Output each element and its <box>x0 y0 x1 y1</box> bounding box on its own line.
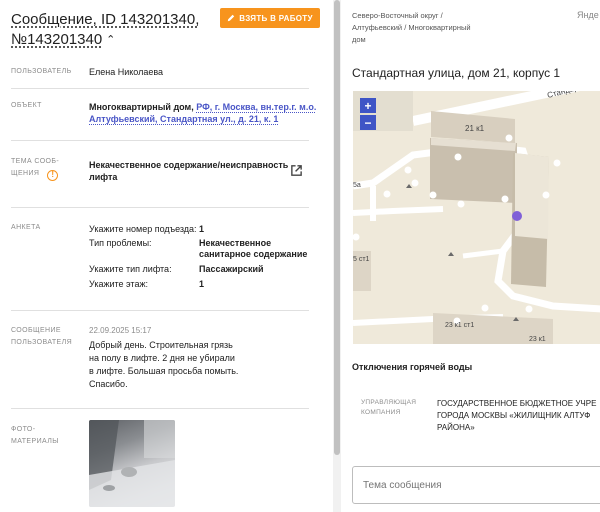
divider <box>11 310 309 311</box>
management-company-value: ГОСУДАРСТВЕННОЕ БЮДЖЕТНОЕ УЧРЕ ГОРОДА МО… <box>437 398 600 434</box>
mc-value-line-1: ГОСУДАРСТВЕННОЕ БЮДЖЕТНОЕ УЧРЕ <box>437 399 597 408</box>
chevron-up-icon[interactable]: ⌃ <box>106 34 115 46</box>
user-value: Елена Николаева <box>89 67 164 77</box>
survey-question: Тип проблемы: <box>89 238 152 248</box>
building-label: 5 ст1 <box>353 256 370 263</box>
object-label: ОБЪЕКТ <box>11 102 42 109</box>
message-text: Добрый день. Строительная грязь на полу … <box>89 340 239 389</box>
app-root: Сообщение, ID 143201340, №143201340 ⌃ ВЗЯ… <box>0 0 600 512</box>
breadcrumb: Северо-Восточный округ / Алтуфьевский / … <box>352 10 522 46</box>
object-type: Многоквартирный дом, <box>89 102 194 112</box>
user-label: ПОЛЬЗОВАТЕЛЬ <box>11 68 72 75</box>
request-details-panel: Сообщение, ID 143201340, №143201340 ⌃ ВЗЯ… <box>0 0 333 512</box>
message-label-line-1: СООБЩЕНИЕ <box>11 327 61 334</box>
building-label: 5а <box>353 182 361 189</box>
address-title: Стандартная улица, дом 21, корпус 1 <box>352 66 561 80</box>
yandex-logo: Янде <box>577 10 599 20</box>
zoom-in-button[interactable]: + <box>360 98 376 113</box>
building-label: 23 к1 <box>529 336 546 343</box>
take-to-work-button[interactable]: ВЗЯТЬ В РАБОТУ <box>220 8 320 28</box>
map-canvas: Стандар 21 к1 23 к1 ст1 23 к1 5 ст1 5а <box>353 91 600 344</box>
divider <box>11 140 309 141</box>
mc-value-line-3: РАЙОНА» <box>437 423 475 432</box>
survey-label: АНКЕТА <box>11 224 41 231</box>
survey-question: Укажите тип лифта: <box>89 264 172 274</box>
scrollbar-thumb[interactable] <box>334 0 340 455</box>
object-value: Многоквартирный дом, РФ, г. Москва, вн.т… <box>89 101 319 125</box>
mc-value-line-2: ГОРОДА МОСКВЫ «ЖИЛИЩНИК АЛТУФ <box>437 411 591 420</box>
open-external-icon[interactable] <box>290 164 303 177</box>
topic-value-line-1: Некачественное содержание/неисправность <box>89 160 289 170</box>
object-address-link-1[interactable]: РФ, г. Москва, вн.тер.г. м.о. <box>196 102 316 112</box>
topic-label-line-1: ТЕМА СООБ- <box>11 158 60 165</box>
location-panel: Северо-Восточный округ / Алтуфьевский / … <box>341 0 600 512</box>
page-title[interactable]: Сообщение, ID 143201340, №143201340 ⌃ <box>11 10 211 50</box>
survey-answer: Пассажирский <box>199 264 264 274</box>
message-label-line-2: ПОЛЬЗОВАТЕЛЯ <box>11 339 73 346</box>
survey-answer: 1 <box>199 224 205 234</box>
survey-answer: 1 <box>199 279 205 289</box>
object-address-link-2[interactable]: Алтуфьевский, Стандартная ул., д. 21, к.… <box>89 114 278 124</box>
photo-label: ФОТО- МАТЕРИАЛЫ <box>11 424 59 448</box>
breadcrumb-line-2: Алтуфьевский / Многоквартирный <box>352 23 471 32</box>
topic-label-line-2: ЩЕНИЯ <box>11 170 40 177</box>
survey-question: Укажите номер подъезда: <box>89 224 197 234</box>
survey-answer-line-1: Некачественное <box>199 238 272 248</box>
breadcrumb-line-1: Северо-Восточный округ / <box>352 11 443 20</box>
take-to-work-label: ВЗЯТЬ В РАБОТУ <box>239 13 313 23</box>
photo-image <box>89 420 175 507</box>
street-label: Стандар <box>546 91 580 100</box>
management-company-label: УПРАВЛЯЮЩАЯ КОМПАНИЯ <box>361 398 421 418</box>
building-label: 21 к1 <box>465 124 485 133</box>
zoom-out-button[interactable]: − <box>360 115 376 130</box>
mc-label-line-2: КОМПАНИЯ <box>361 409 401 416</box>
photo-label-line-2: МАТЕРИАЛЫ <box>11 438 59 445</box>
breadcrumb-line-3: дом <box>352 35 366 44</box>
location-marker[interactable] <box>512 211 522 221</box>
photo-label-line-1: ФОТО- <box>11 426 36 433</box>
message-subject-input[interactable] <box>352 466 600 504</box>
building-label: 23 к1 ст1 <box>445 322 474 329</box>
survey-question: Укажите этаж: <box>89 279 148 289</box>
left-scrollbar[interactable] <box>333 0 341 512</box>
message-timestamp: 22.09.2025 15:17 <box>89 326 152 335</box>
title-line-2: №143201340 <box>11 31 103 48</box>
divider <box>11 408 309 409</box>
topic-value: Некачественное содержание/неисправность … <box>89 159 289 183</box>
mc-label-line-1: УПРАВЛЯЮЩАЯ <box>361 399 417 406</box>
survey-answer-line-2: санитарное содержание <box>199 249 308 259</box>
divider <box>11 207 309 208</box>
info-icon[interactable]: ! <box>47 169 59 181</box>
topic-label: ТЕМА СООБ- ЩЕНИЯ! <box>11 156 59 181</box>
divider <box>11 88 309 89</box>
title-line-1: Сообщение, ID 143201340, <box>11 11 200 28</box>
message-label: СООБЩЕНИЕ ПОЛЬЗОВАТЕЛЯ <box>11 325 72 349</box>
topic-value-line-2: лифта <box>89 172 118 182</box>
survey-answer: Некачественное санитарное содержание <box>199 238 307 260</box>
hot-water-outage-title: Отключения горячей воды <box>352 362 473 372</box>
photo-thumbnail[interactable] <box>89 420 175 507</box>
map-view[interactable]: Стандар 21 к1 23 к1 ст1 23 к1 5 ст1 5а +… <box>353 91 600 344</box>
pencil-icon <box>228 14 235 22</box>
